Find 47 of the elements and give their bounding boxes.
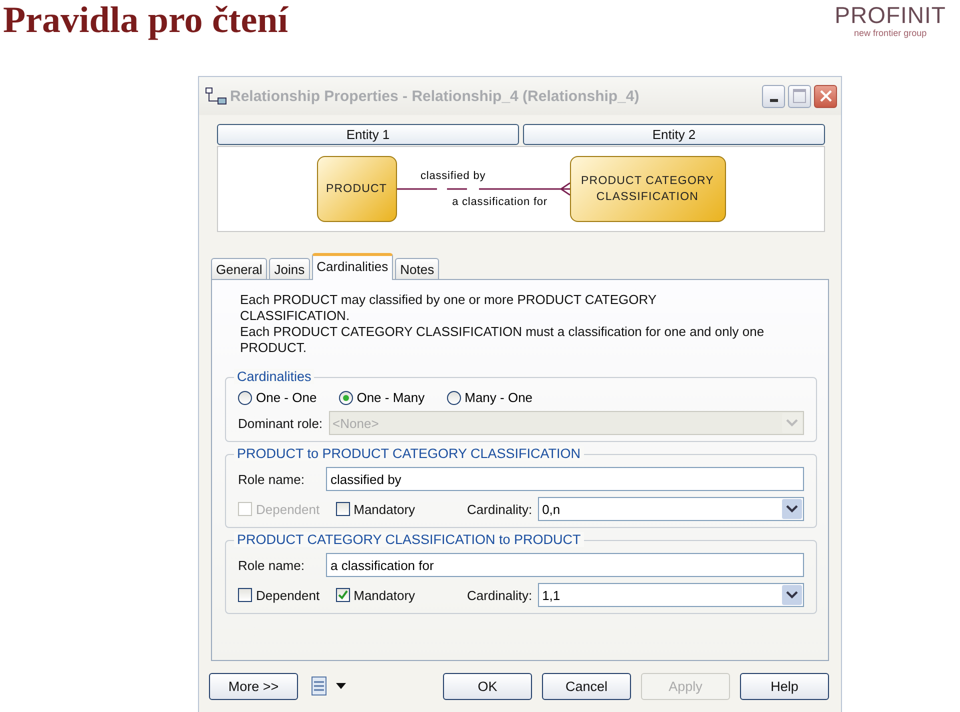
- caret-icon: [336, 683, 346, 689]
- entity-button[interactable]: Entity 1: [217, 124, 519, 145]
- role-name-field[interactable]: classified by: [326, 467, 804, 491]
- tab[interactable]: General: [211, 258, 268, 279]
- tab[interactable]: Notes: [395, 258, 440, 279]
- field-label: Role name:: [238, 472, 304, 486]
- group-title: PRODUCT to PRODUCT CATEGORY CLASSIFICATION: [234, 446, 584, 461]
- cardinality-dropdown[interactable]: 0,n: [538, 497, 804, 521]
- cardinality-dropdown[interactable]: 1,1: [538, 583, 804, 607]
- slide-title: Pravidla pro čtení: [2, 0, 288, 42]
- logo-text: PROFINIT: [834, 2, 946, 28]
- role-label: classified by: [420, 170, 486, 182]
- checkbox[interactable]: Mandatory: [336, 588, 416, 602]
- field-label: Role name:: [238, 558, 304, 572]
- group-title: PRODUCT CATEGORY CLASSIFICATION to PRODUCT: [234, 532, 584, 547]
- chevron-down-icon: [786, 504, 798, 514]
- dialog-button[interactable]: Cancel: [542, 672, 631, 700]
- window-title: Relationship Properties - Relationship_4 (Relationship_4): [230, 88, 640, 104]
- checkbox[interactable]: Dependent: [238, 588, 320, 602]
- check-icon: [338, 590, 348, 600]
- tree-icon: [205, 87, 227, 105]
- checkbox[interactable]: Mandatory: [336, 502, 416, 516]
- chevron-down-icon: [786, 418, 798, 428]
- field-label: Cardinality:: [467, 588, 532, 602]
- radio-option[interactable]: One - Many: [338, 390, 425, 405]
- entity-box: PRODUCT: [316, 156, 396, 222]
- close-button[interactable]: [814, 84, 837, 108]
- chevron-down-icon: [786, 590, 798, 600]
- tab[interactable]: Cardinalities: [312, 253, 394, 280]
- group-title: Cardinalities: [234, 369, 314, 384]
- logo-tagline: new frontier group: [854, 28, 927, 38]
- dialog-button[interactable]: Help: [740, 672, 829, 700]
- print-options-button[interactable]: [310, 676, 346, 696]
- radio-option[interactable]: Many - One: [446, 390, 533, 405]
- minimize-button[interactable]: [762, 84, 785, 108]
- entity-box: PRODUCT CATEGORY CLASSIFICATION: [570, 156, 726, 222]
- entity-button[interactable]: Entity 2: [523, 124, 825, 145]
- tab[interactable]: Joins: [269, 258, 310, 279]
- field-label: Dominant role:: [238, 416, 323, 430]
- field-label: Cardinality:: [467, 502, 532, 516]
- role-name-field[interactable]: a classification for: [326, 553, 804, 577]
- close-icon: [818, 89, 832, 103]
- radio-option[interactable]: One - One: [238, 390, 317, 405]
- more-button[interactable]: More >>: [209, 672, 298, 700]
- role-label: a classification for: [452, 196, 548, 208]
- dialog-button[interactable]: OK: [443, 672, 532, 700]
- description-text: Each PRODUCT may classified by one or more PRODUCT CATEGORY CLASSIFICATION. Each PRODUCT CATEGORY CLASSIFICATION must a classification for one and only one PRODUCT.: [239, 292, 766, 356]
